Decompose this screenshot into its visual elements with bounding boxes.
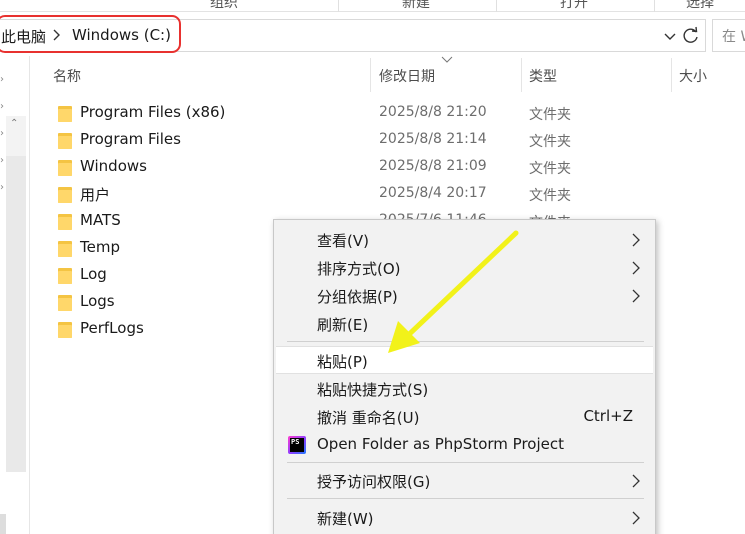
folder-icon [58,187,72,203]
folder-icon [58,241,72,257]
file-name: Logs [80,292,115,310]
file-date: 2025/8/4 20:17 [379,185,487,201]
chevron-right-icon [632,511,640,525]
menu-item-label: 新建(W) [317,510,374,528]
ribbon-group-new[interactable]: 新建 [402,0,430,12]
refresh-icon[interactable] [680,25,702,47]
ribbon-group-organize[interactable]: 组织 [210,0,238,12]
folder-icon [58,268,72,284]
menu-item-label: 粘贴快捷方式(S) [317,381,429,399]
file-row[interactable]: Program Files 2025/8/8 21:14 文件夹 [48,127,668,154]
file-name: Temp [80,238,120,256]
chevron-down-icon[interactable] [662,28,678,44]
chevron-right-icon [632,289,640,303]
chevron-right-icon [632,474,640,488]
file-name: Windows [80,157,147,175]
menu-item-label: 粘贴(P) [317,353,368,371]
column-header-type[interactable]: 类型 [529,66,557,86]
nav-scrollbar-thumb[interactable] [6,156,26,472]
phpstorm-icon-text: PS [290,438,304,452]
folder-icon [58,322,72,338]
file-name: Log [80,265,107,283]
menu-item-label: 撤消 重命名(U) [317,409,420,427]
menu-item-paste-shortcut[interactable]: 粘贴快捷方式(S) [276,375,653,403]
file-row[interactable]: Program Files (x86) 2025/8/8 21:20 文件夹 [48,100,668,127]
chevron-right-icon [632,261,640,275]
file-date: 2025/8/8 21:14 [379,131,487,147]
folder-icon [58,160,72,176]
menu-item-new[interactable]: 新建(W) [276,504,653,532]
file-name: MATS [80,211,121,229]
ribbon-group-open[interactable]: 打开 [560,0,588,12]
column-divider[interactable] [671,58,672,92]
search-placeholder: 在 W [722,29,745,45]
folder-icon [58,133,72,149]
menu-item-undo-rename[interactable]: 撤消 重命名(U) Ctrl+Z [276,403,653,431]
column-header-name[interactable]: 名称 [53,66,81,86]
ribbon-separator [654,0,655,12]
ribbon: 组织 新建 打开 选择 [0,0,745,12]
chevron-up-icon[interactable]: ⌃ [10,118,18,129]
phpstorm-icon: PS [288,436,306,454]
navigation-pane[interactable]: ⌃ › › › › › [0,56,30,534]
file-row[interactable]: Windows 2025/8/8 21:09 文件夹 [48,154,668,181]
file-name: 用户 [80,186,111,204]
chevron-right-icon[interactable]: › [0,101,4,112]
menu-item-shortcut: Ctrl+Z [583,407,633,425]
annotation-arrow [388,230,519,353]
file-name: Program Files [80,130,181,148]
annotation-highlight-box [0,15,181,53]
file-type: 文件夹 [529,188,571,204]
column-header-modified[interactable]: 修改日期 [379,66,435,86]
file-type: 文件夹 [529,134,571,150]
folder-icon [58,106,72,122]
menu-item-give-access[interactable]: 授予访问权限(G) [276,467,653,495]
menu-item-label: 授予访问权限(G) [317,473,431,491]
menu-separator [287,498,644,499]
chevron-right-icon[interactable]: › [0,182,4,193]
menu-item-label: Open Folder as PhpStorm Project [317,435,564,453]
chevron-right-icon[interactable]: › [0,155,4,166]
chevron-right-icon [632,233,640,247]
column-header-size[interactable]: 大小 [679,66,707,86]
file-name: PerfLogs [80,319,144,337]
file-type: 文件夹 [529,161,571,177]
sort-caret-icon [441,56,453,63]
file-date: 2025/8/8 21:20 [379,104,487,120]
chevron-right-icon[interactable]: › [0,74,4,85]
column-divider[interactable] [370,58,371,92]
folder-icon [58,295,72,311]
folder-icon [58,214,72,230]
ribbon-separator [338,0,339,12]
ribbon-group-select[interactable]: 选择 [686,0,714,12]
menu-item-label: 查看(V) [317,232,369,250]
file-type: 文件夹 [529,107,571,123]
file-name: Program Files (x86) [80,103,226,121]
ribbon-separator [496,0,497,12]
column-divider[interactable] [521,58,522,92]
menu-item-label: 刷新(E) [317,316,369,334]
file-row[interactable]: 用户 2025/8/4 20:17 文件夹 [48,181,668,208]
chevron-right-icon[interactable]: › [0,128,4,139]
menu-item-open-phpstorm[interactable]: PS Open Folder as PhpStorm Project [276,431,653,459]
file-date: 2025/8/8 21:09 [379,158,487,174]
menu-separator [287,462,644,463]
nav-scrollbar-end [0,514,6,534]
